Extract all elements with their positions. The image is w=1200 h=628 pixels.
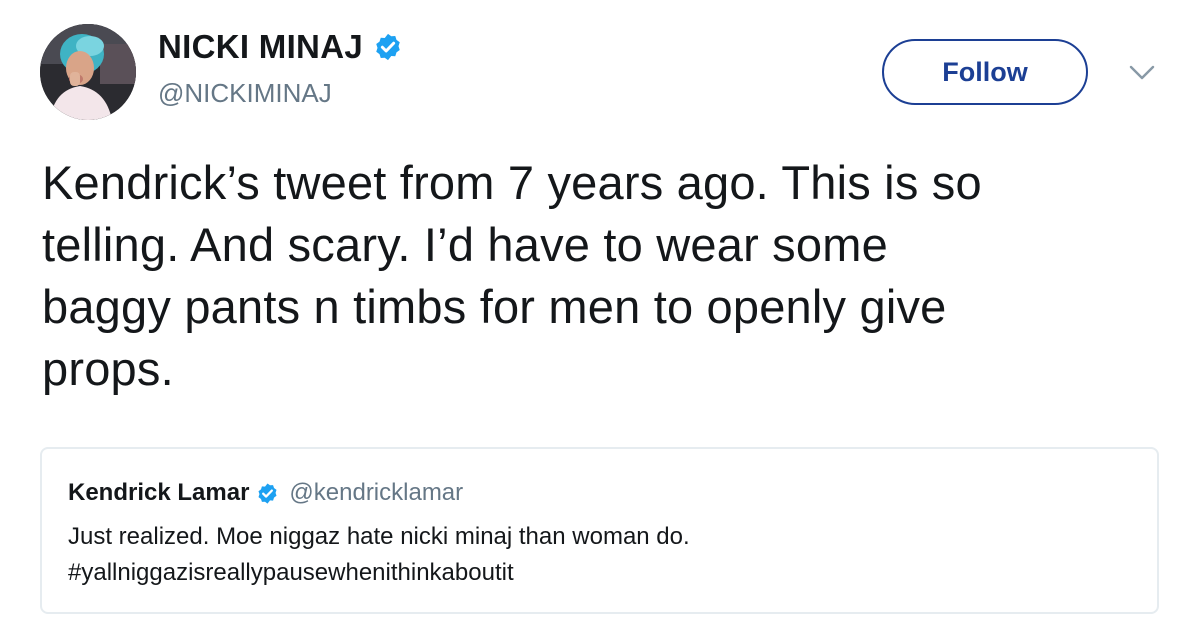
follow-button[interactable]: Follow [882, 39, 1088, 105]
quoted-tweet-card[interactable]: Kendrick Lamar @kendricklamar Just reali… [40, 447, 1159, 614]
author-display-name[interactable]: NICKI MINAJ [158, 28, 363, 66]
verified-badge-icon [376, 33, 400, 61]
chevron-down-icon[interactable] [1128, 64, 1156, 82]
avatar-image [40, 24, 136, 120]
tweet-text: Kendrick’s tweet from 7 years ago. This … [42, 152, 1172, 400]
author-name-row: NICKI MINAJ [158, 28, 403, 66]
tweet-card: NICKI MINAJ @NICKIMINAJ Follow Kendrick’… [0, 0, 1200, 628]
tweet-text-line: telling. And scary. I’d have to wear som… [42, 218, 888, 271]
author-handle[interactable]: @NICKIMINAJ [158, 78, 332, 109]
quoted-tweet-text: Just realized. Moe niggaz hate nicki min… [68, 519, 1128, 591]
tweet-text-line: props. [42, 342, 174, 395]
quoted-tweet-header: Kendrick Lamar @kendricklamar [68, 479, 463, 507]
tweet-text-line: Kendrick’s tweet from 7 years ago. This … [42, 156, 982, 209]
verified-badge-icon [258, 482, 277, 504]
quoted-tweet-hashtag: #yallniggazisreallypausewhenithinkabouti… [68, 559, 514, 586]
tweet-text-line: baggy pants n timbs for men to openly gi… [42, 280, 947, 333]
quoted-author-handle: @kendricklamar [289, 479, 464, 506]
quoted-tweet-text-line: Just realized. Moe niggaz hate nicki min… [68, 523, 690, 550]
quoted-author-display-name: Kendrick Lamar [68, 479, 250, 506]
avatar[interactable] [40, 24, 136, 120]
